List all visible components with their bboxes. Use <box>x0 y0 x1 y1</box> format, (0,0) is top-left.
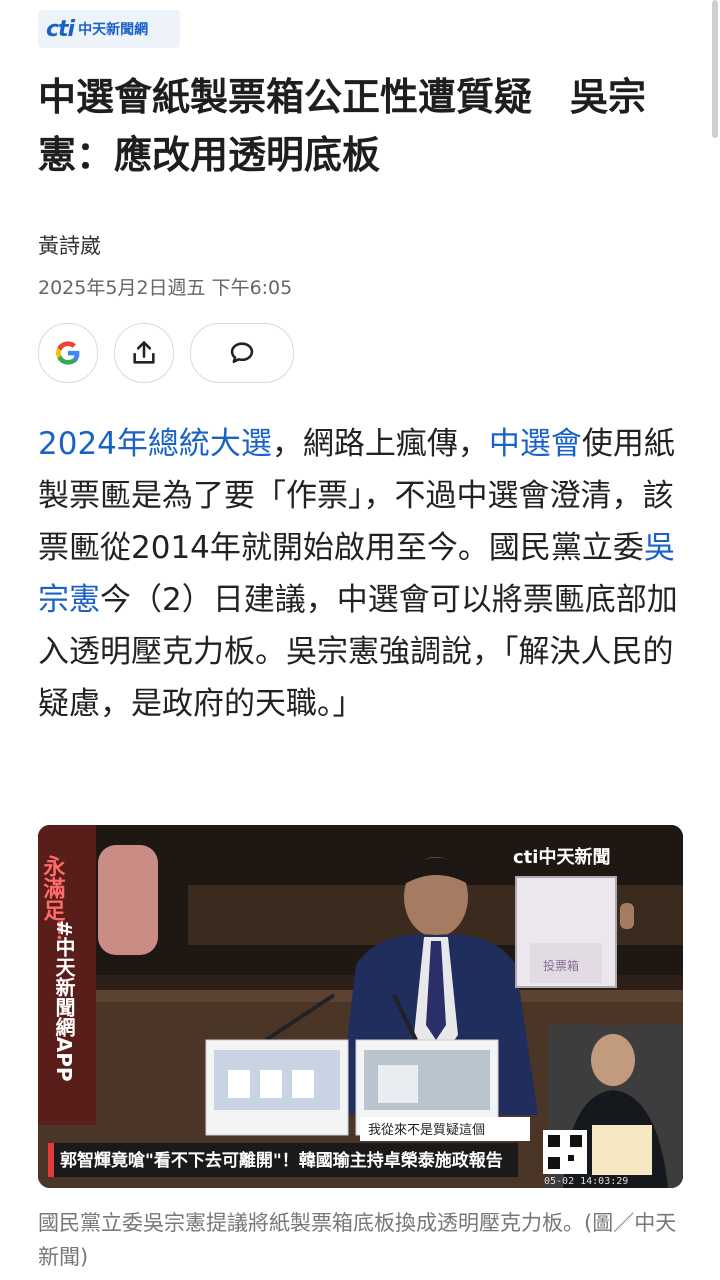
article-title: 中選會紙製票箱公正性遭質疑 吳宗憲：應改用透明底板 <box>38 75 647 177</box>
page-scrollbar[interactable] <box>712 0 718 138</box>
article-paragraph: 2024年總統大選，網路上瘋傳，中選會使用紙製票匭是為了要「作票」，不過中選會澄… <box>38 418 688 730</box>
publisher-logo[interactable]: cti 中天新聞網 <box>38 10 180 48</box>
article-photo[interactable]: 永滿足！ #中天新聞網APP 投票箱 我從來不是質疑這個 cti中天新聞 郭智輝… <box>38 825 683 1188</box>
action-bar <box>38 323 294 383</box>
news-ticker: 郭智輝竟嗆"看不下去可離開"！韓國瑜主持卓榮泰施政報告 <box>60 1150 503 1171</box>
google-button[interactable] <box>38 323 98 383</box>
share-icon <box>133 341 155 364</box>
comment-icon <box>230 342 254 364</box>
article-date: 2025年5月2日週五 下午6:05 <box>38 277 293 299</box>
publisher-name: 中天新聞網 <box>78 22 149 38</box>
share-button[interactable] <box>114 323 174 383</box>
box-label: 投票箱 <box>543 958 579 973</box>
comment-button[interactable] <box>190 323 294 383</box>
paragraph-text: ，網路上瘋傳， <box>271 426 489 462</box>
news-broadcast-image: 永滿足！ #中天新聞網APP 投票箱 我從來不是質疑這個 cti中天新聞 郭智輝… <box>38 825 683 1188</box>
ballot-box-prop: 投票箱 <box>515 876 634 988</box>
article-author[interactable]: 黃詩崴 <box>38 230 101 260</box>
photo-caption: 國民黨立委吳宗憲提議將紙製票箱底板換成透明壓克力板。(圖／中天新聞) <box>38 1211 677 1269</box>
cti-logo-mark: cti <box>46 16 75 42</box>
side-banner-text: #中天新聞網APP <box>52 920 76 1082</box>
link-cec[interactable]: 中選會 <box>489 426 582 462</box>
channel-logo: cti中天新聞 <box>513 846 610 868</box>
broadcast-timestamp: 05-02 14:03:29 <box>544 1176 628 1187</box>
google-icon <box>56 341 80 365</box>
link-2024-election[interactable]: 2024年總統大選 <box>38 426 272 462</box>
paragraph-text: 今（2）日建議，中選會可以將票匭底部加入透明壓克力板。吳宗憲強調說，「解決人民的… <box>38 582 678 722</box>
broadcast-subtitle: 我從來不是質疑這個 <box>368 1122 485 1138</box>
